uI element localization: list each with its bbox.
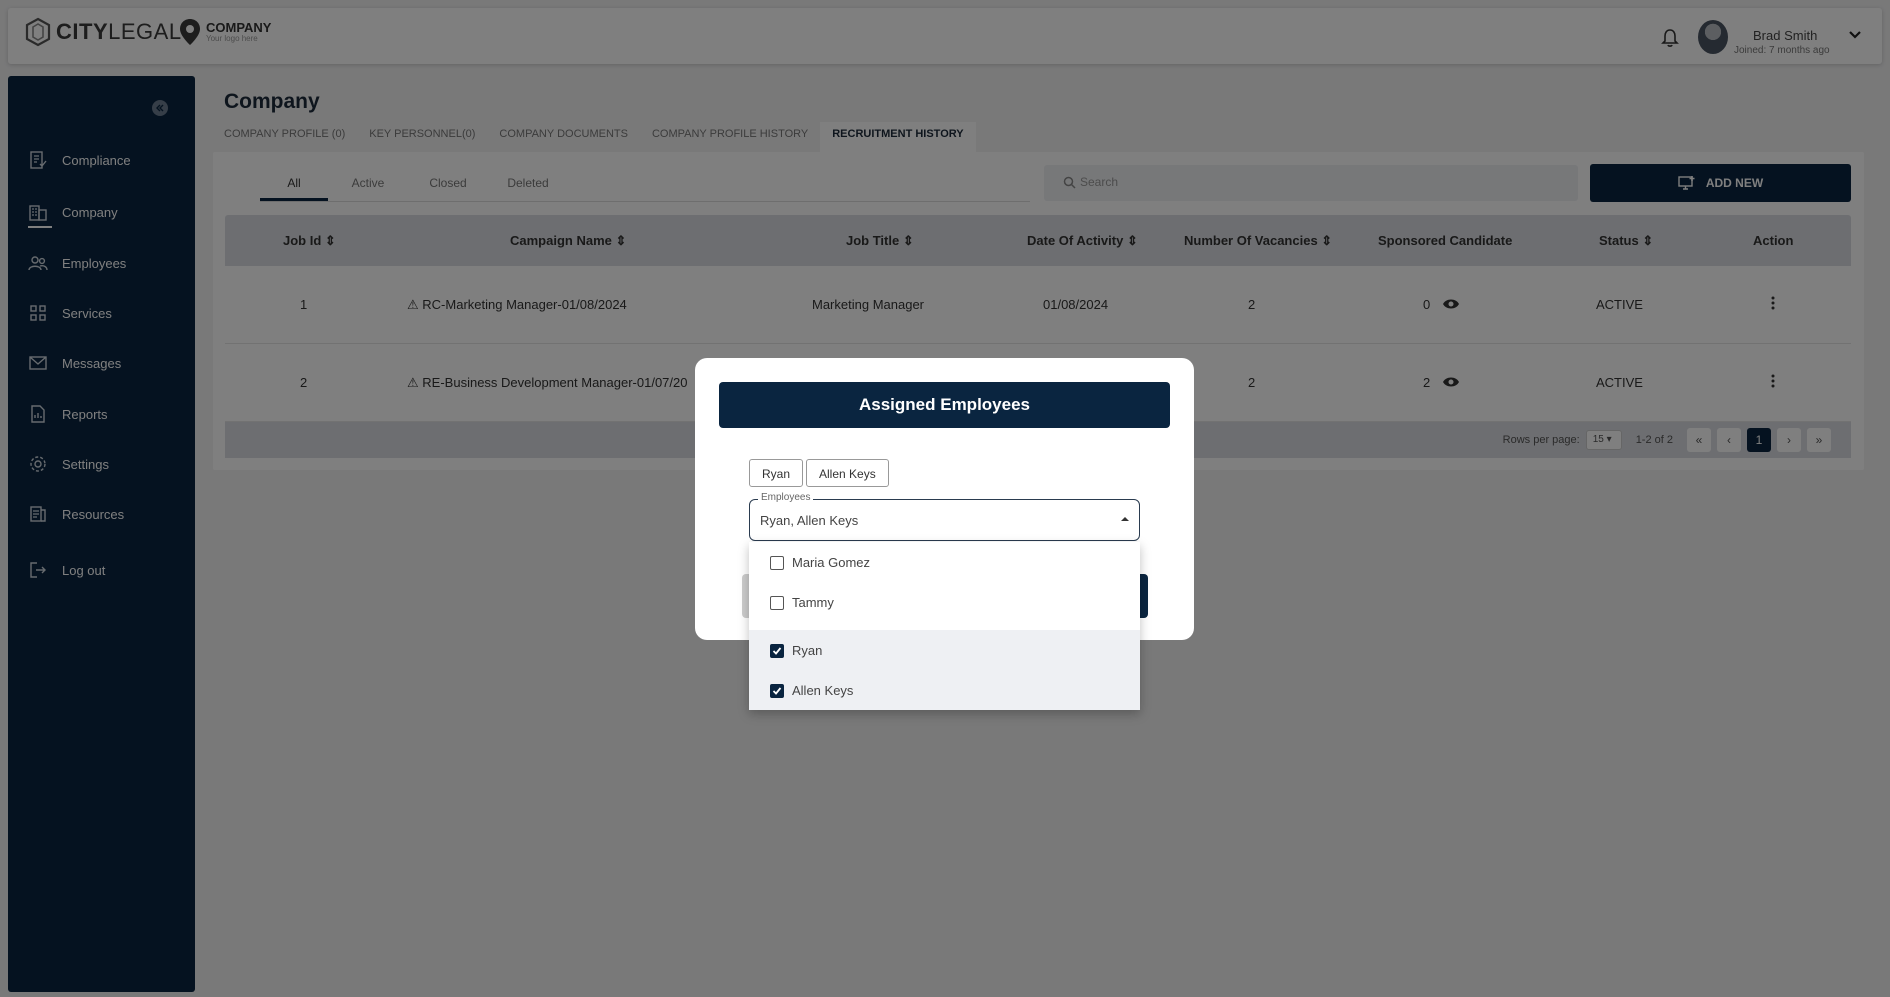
employees-dropdown-menu: Maria Gomez Tammy Ryan Allen Keys [749,542,1140,710]
caret-up-icon [1121,517,1129,521]
employee-chip[interactable]: Allen Keys [806,459,889,487]
option-allen-keys[interactable]: Allen Keys [749,670,1140,710]
option-label: Allen Keys [792,682,854,698]
check-icon [772,647,782,655]
check-icon [772,687,782,695]
option-label: Tammy [792,594,834,610]
employees-value: Ryan, Allen Keys [760,513,859,528]
checkbox[interactable] [770,556,784,570]
option-ryan[interactable]: Ryan [749,630,1140,670]
dialog-title: Assigned Employees [719,382,1170,428]
checkbox-checked[interactable] [770,684,784,698]
option-label: Ryan [792,642,823,658]
checkbox-checked[interactable] [770,644,784,658]
employees-select[interactable]: Employees Ryan, Allen Keys [749,492,1140,541]
option-label: Maria Gomez [792,554,871,570]
option-tammy[interactable]: Tammy [749,582,1140,622]
option-maria-gomez[interactable]: Maria Gomez [749,542,1140,582]
checkbox[interactable] [770,596,784,610]
employees-label: Employees [758,492,814,503]
employee-chip[interactable]: Ryan [749,459,804,487]
